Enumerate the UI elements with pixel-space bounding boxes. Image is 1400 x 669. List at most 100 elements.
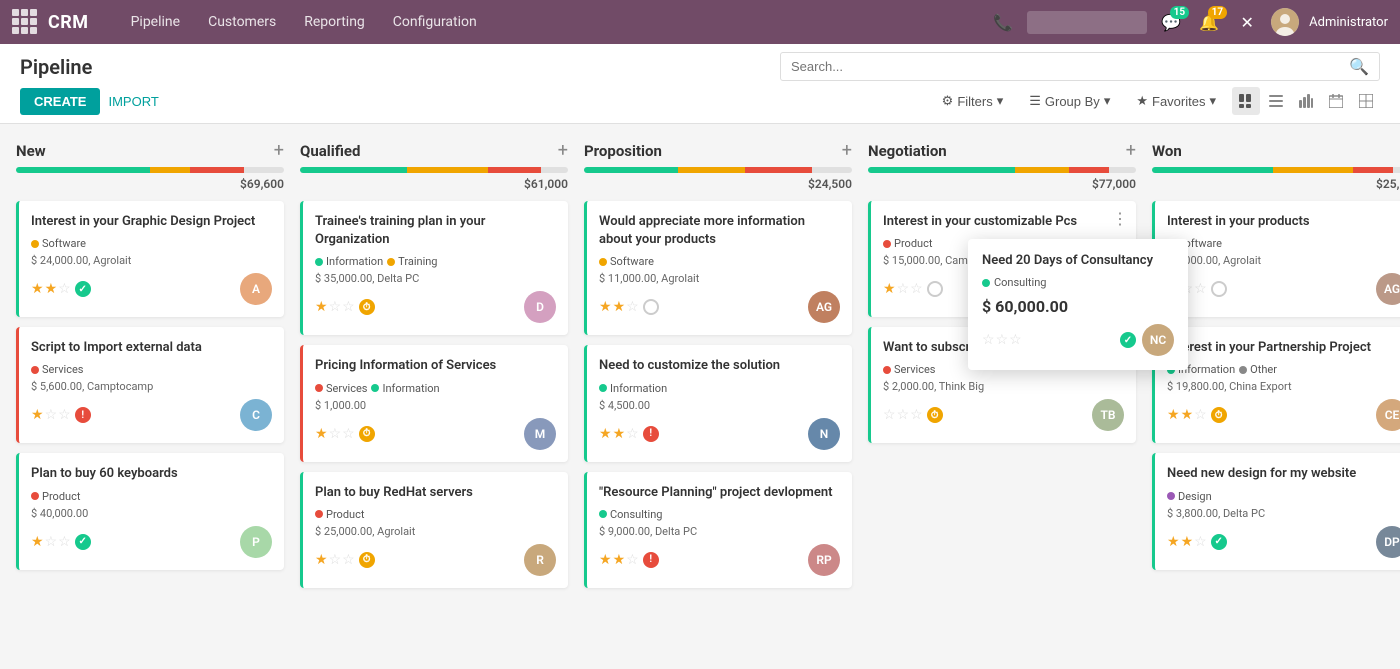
- favorites-button[interactable]: ★ Favorites ▾: [1126, 89, 1226, 113]
- star-2[interactable]: ★: [1181, 407, 1194, 423]
- star-1[interactable]: ★: [599, 552, 612, 568]
- calendar-view-button[interactable]: [1322, 87, 1350, 115]
- star-1[interactable]: ★: [599, 426, 612, 442]
- star-1[interactable]: ★: [315, 426, 328, 442]
- column-add-button[interactable]: +: [842, 140, 852, 161]
- star-3[interactable]: ☆: [626, 426, 639, 442]
- card-stars[interactable]: ★★☆: [31, 281, 71, 297]
- star-3[interactable]: ☆: [58, 534, 71, 550]
- star-1[interactable]: ★: [1167, 534, 1180, 550]
- kanban-card[interactable]: Interest in your Partnership Project Inf…: [1152, 327, 1400, 443]
- nav-customers[interactable]: Customers: [196, 8, 288, 36]
- chat-icon[interactable]: 💬 15: [1157, 8, 1185, 36]
- card-stars[interactable]: ★★☆: [1167, 534, 1207, 550]
- star-2[interactable]: ☆: [897, 407, 910, 423]
- search-input[interactable]: [791, 59, 1349, 74]
- star-3[interactable]: ☆: [1009, 332, 1022, 348]
- star-3[interactable]: ☆: [342, 426, 355, 442]
- star-2[interactable]: ☆: [45, 407, 58, 423]
- card-stars[interactable]: ★☆☆: [31, 534, 71, 550]
- kanban-card[interactable]: Trainee's training plan in your Organiza…: [300, 201, 568, 335]
- kanban-card[interactable]: Would appreciate more information about …: [584, 201, 852, 335]
- phone-icon[interactable]: 📞: [989, 8, 1017, 36]
- star-2[interactable]: ☆: [329, 299, 342, 315]
- star-1[interactable]: ★: [883, 281, 896, 297]
- chart-view-button[interactable]: [1292, 87, 1320, 115]
- nav-configuration[interactable]: Configuration: [381, 8, 489, 36]
- card-stars[interactable]: ★★☆: [599, 552, 639, 568]
- star-2[interactable]: ☆: [897, 281, 910, 297]
- avatar[interactable]: [1271, 8, 1299, 36]
- kanban-card[interactable]: Interest in your products Software $ 2,0…: [1152, 201, 1400, 317]
- star-3[interactable]: ☆: [58, 407, 71, 423]
- apps-grid-icon[interactable]: [12, 9, 38, 35]
- star-2[interactable]: ☆: [996, 332, 1009, 348]
- kanban-card[interactable]: Need new design for my website Design $ …: [1152, 453, 1400, 569]
- table-view-button[interactable]: [1352, 87, 1380, 115]
- card-more-icon[interactable]: ⋮: [1112, 209, 1128, 228]
- star-1[interactable]: ★: [1167, 407, 1180, 423]
- close-icon[interactable]: ✕: [1233, 8, 1261, 36]
- kanban-card[interactable]: ⋮ Need 20 Days of Consultancy Consulting…: [868, 201, 1136, 317]
- card-stars[interactable]: ★☆☆: [315, 426, 355, 442]
- star-1[interactable]: ★: [31, 407, 44, 423]
- kanban-card[interactable]: Pricing Information of Services Services…: [300, 345, 568, 461]
- star-3[interactable]: ☆: [626, 552, 639, 568]
- import-button[interactable]: IMPORT: [108, 94, 158, 109]
- star-3[interactable]: ☆: [910, 281, 923, 297]
- user-name[interactable]: Administrator: [1309, 15, 1388, 30]
- bell-icon[interactable]: 🔔 17: [1195, 8, 1223, 36]
- card-stars[interactable]: ☆☆☆: [883, 407, 923, 423]
- star-2[interactable]: ★: [613, 299, 626, 315]
- star-1[interactable]: ★: [315, 299, 328, 315]
- star-3[interactable]: ☆: [342, 552, 355, 568]
- star-3[interactable]: ☆: [1194, 407, 1207, 423]
- star-1[interactable]: ★: [31, 534, 44, 550]
- nav-reporting[interactable]: Reporting: [292, 8, 377, 36]
- card-stars[interactable]: ★★☆: [1167, 407, 1207, 423]
- list-view-button[interactable]: [1262, 87, 1290, 115]
- groupby-button[interactable]: ☰ Group By ▾: [1019, 89, 1120, 113]
- star-3[interactable]: ☆: [58, 281, 71, 297]
- kanban-card[interactable]: Plan to buy RedHat servers Product $ 25,…: [300, 472, 568, 588]
- create-button[interactable]: CREATE: [20, 88, 100, 115]
- star-1[interactable]: ☆: [982, 332, 995, 348]
- kanban-view-button[interactable]: [1232, 87, 1260, 115]
- star-1[interactable]: ★: [315, 552, 328, 568]
- kanban-card[interactable]: Interest in your Graphic Design Project …: [16, 201, 284, 317]
- kanban-card[interactable]: Need to customize the solution Informati…: [584, 345, 852, 461]
- column-add-button[interactable]: +: [558, 140, 568, 161]
- star-3[interactable]: ☆: [910, 407, 923, 423]
- star-2[interactable]: ★: [45, 281, 58, 297]
- star-3[interactable]: ☆: [342, 299, 355, 315]
- star-1[interactable]: ★: [599, 299, 612, 315]
- star-3[interactable]: ☆: [1194, 534, 1207, 550]
- search-icon[interactable]: 🔍: [1349, 57, 1369, 76]
- filters-button[interactable]: ⚙ Filters ▾: [932, 89, 1014, 113]
- card-stars[interactable]: ★☆☆: [883, 281, 923, 297]
- star-1[interactable]: ★: [31, 281, 44, 297]
- card-stars[interactable]: ★☆☆: [31, 407, 71, 423]
- star-2[interactable]: ★: [613, 552, 626, 568]
- card-tag: Product: [31, 490, 80, 503]
- star-2[interactable]: ☆: [329, 552, 342, 568]
- kanban-card[interactable]: "Resource Planning" project devlopment C…: [584, 472, 852, 588]
- card-stars[interactable]: ★☆☆: [315, 299, 355, 315]
- star-3[interactable]: ☆: [1194, 281, 1207, 297]
- card-stars[interactable]: ★★☆: [599, 299, 639, 315]
- star-1[interactable]: ☆: [883, 407, 896, 423]
- topnav-search-bar[interactable]: [1027, 11, 1147, 34]
- column-add-button[interactable]: +: [1126, 140, 1136, 161]
- card-stars[interactable]: ★★☆: [599, 426, 639, 442]
- column-add-button[interactable]: +: [274, 140, 284, 161]
- card-stars[interactable]: ★☆☆: [315, 552, 355, 568]
- star-3[interactable]: ☆: [626, 299, 639, 315]
- star-2[interactable]: ★: [613, 426, 626, 442]
- star-2[interactable]: ☆: [329, 426, 342, 442]
- nav-pipeline[interactable]: Pipeline: [119, 8, 193, 36]
- star-2[interactable]: ☆: [45, 534, 58, 550]
- kanban-card[interactable]: Plan to buy 60 keyboards Product $ 40,00…: [16, 453, 284, 569]
- star-2[interactable]: ★: [1181, 534, 1194, 550]
- kanban-card[interactable]: Script to Import external data Services …: [16, 327, 284, 443]
- search-bar[interactable]: 🔍: [780, 52, 1380, 81]
